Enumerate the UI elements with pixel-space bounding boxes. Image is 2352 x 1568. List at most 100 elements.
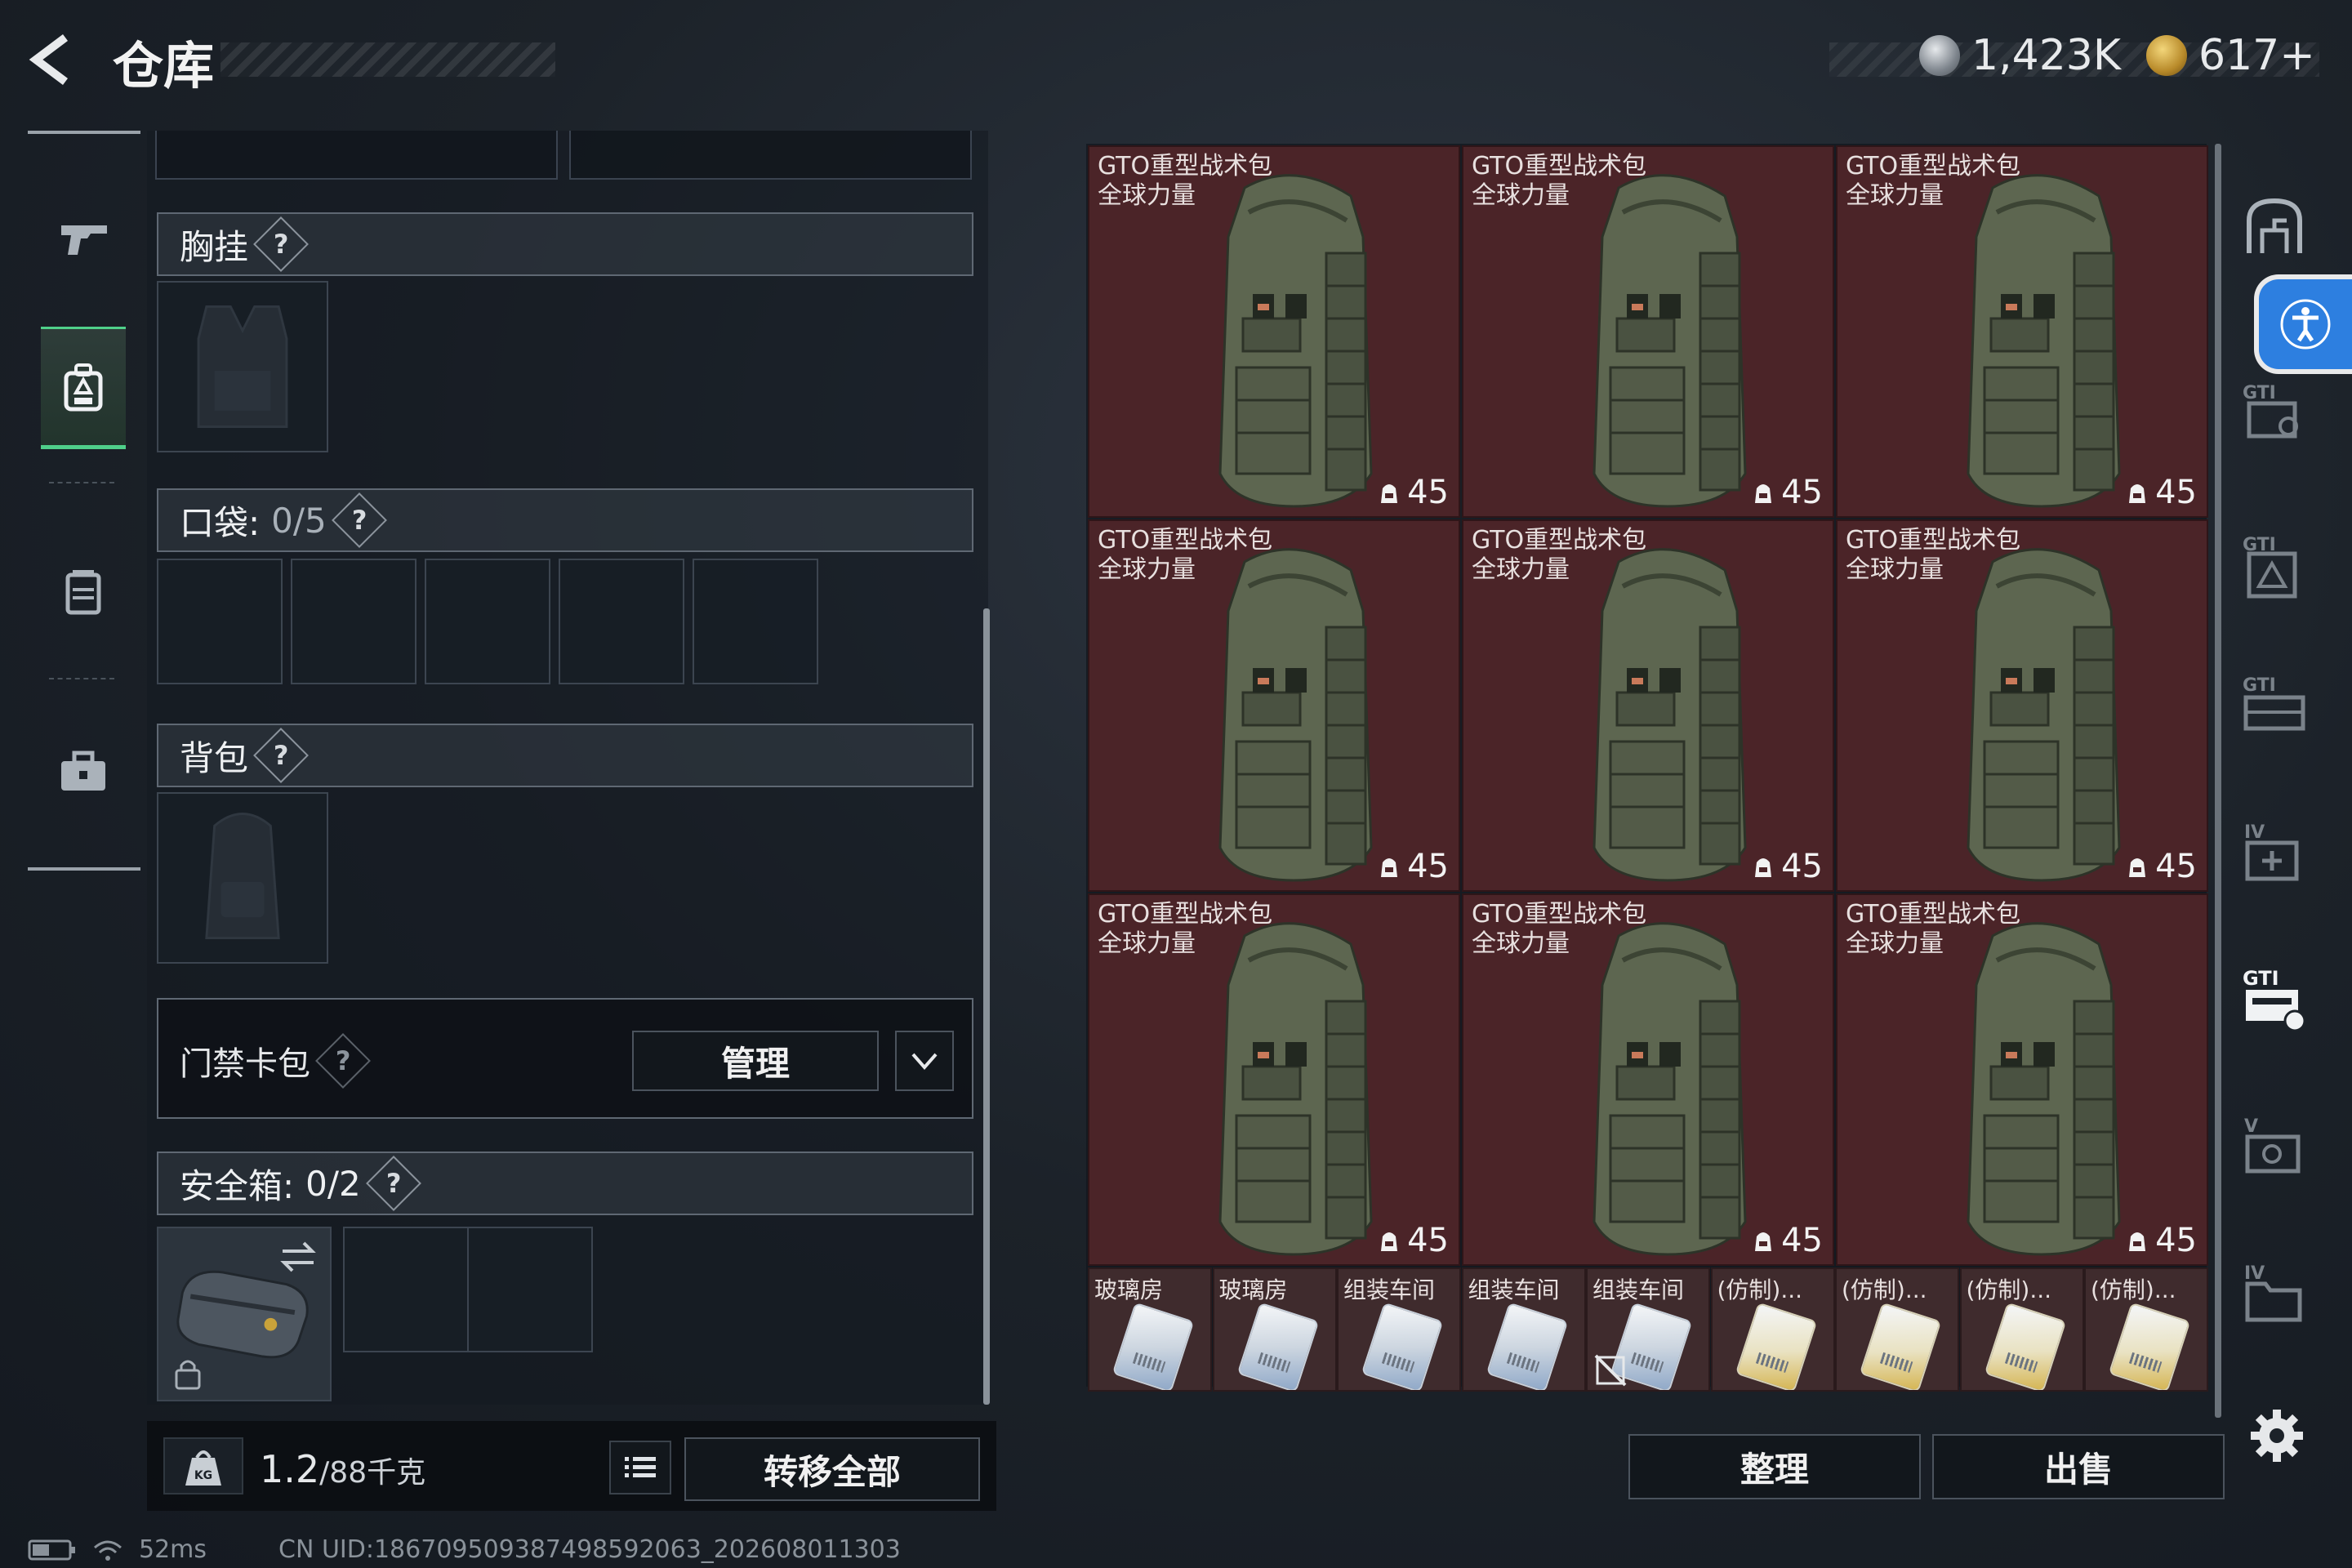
rail-item-storage-3[interactable]: GTI [2230,523,2319,612]
storage-item-large[interactable]: GTO重型战术包 全球力量 45 [1462,893,1834,1266]
pocket-slot[interactable] [425,559,550,684]
tactical-backpack-image [1967,922,2121,1256]
keycard-name: 组装车间 [1468,1276,1560,1303]
pockets-label: 口袋: [180,502,261,543]
rail-item-storage-main[interactable] [2230,180,2319,270]
storage-scrollbar[interactable] [2215,144,2221,1418]
backpack-capacity-icon [1755,1232,1772,1251]
back-button[interactable] [24,31,90,88]
item-capacity-value: 45 [1781,474,1823,511]
chest-rig-slot[interactable] [157,281,328,452]
keycard-name: 组装车间 [1592,1276,1685,1303]
safebox-item[interactable] [157,1227,332,1401]
backpack-header: 背包 ? [157,724,973,787]
gold-currency[interactable]: 617+ [2146,31,2315,80]
weight-max: /88千克 [319,1456,426,1490]
item-name-line2: 全球力量 [1472,929,1570,958]
keycard-dropdown-button[interactable] [895,1031,954,1091]
partial-slot[interactable] [569,131,972,180]
storage-item-keycard[interactable]: (仿制)... [1959,1267,2084,1392]
rail-item-cases[interactable] [41,710,126,833]
weight-kg-icon: KG [185,1450,221,1486]
storage-item-keycard[interactable]: 玻璃房 [1212,1267,1337,1392]
rail-item-storage-5[interactable]: IV [2230,808,2319,898]
help-icon[interactable]: ? [365,1156,421,1211]
storage-item-keycard[interactable]: 玻璃房 [1088,1267,1212,1392]
safebox-slot[interactable] [467,1227,593,1352]
keycard-name: 玻璃房 [1094,1276,1164,1303]
storage-item-large[interactable]: GTO重型战术包 全球力量 45 [1088,519,1460,892]
item-capacity-value: 45 [1407,848,1449,885]
rail-item-storage-2[interactable]: GTI [2230,368,2319,457]
rail-item-storage-8[interactable]: IV [2230,1250,2319,1339]
storage-item-keycard[interactable]: (仿制)... [2084,1267,2208,1392]
storage-item-keycard[interactable]: (仿制)... [1835,1267,1959,1392]
storage-item-keycard[interactable]: 组装车间 [1461,1267,1586,1392]
item-capacity: 45 [2126,1222,2197,1259]
svg-text:GTI: GTI [2243,675,2276,696]
gold-coin-icon [2146,35,2187,76]
pocket-slot[interactable] [693,559,818,684]
backpack-slot[interactable] [157,792,328,964]
rail-item-storage-4[interactable]: GTI [2230,662,2319,751]
item-name-line1: GTO重型战术包 [1098,900,1273,929]
settings-button[interactable] [2247,1406,2306,1465]
svg-text:IV: IV [2244,822,2265,843]
help-icon[interactable]: ? [315,1033,371,1089]
chevron-down-icon [911,1053,938,1071]
backpack-capacity-icon [2129,858,2146,877]
keycard-image [1735,1302,1817,1390]
item-capacity-value: 45 [2155,848,2197,885]
rail-item-weapons[interactable] [42,176,127,299]
v-case-icon: V [2244,1116,2301,1174]
pocket-slot[interactable] [559,559,684,684]
backpack-capacity-icon [2129,484,2146,503]
help-icon[interactable]: ? [253,728,309,783]
item-name-line1: GTO重型战术包 [1472,526,1647,555]
list-view-button[interactable] [609,1441,671,1494]
rail-item-storage-6-active[interactable]: GTI [2230,956,2319,1045]
storage-item-keycard[interactable]: 组装车间 [1337,1267,1461,1392]
gti-triangle-icon: GTI [2243,535,2297,599]
storage-item-large[interactable]: GTO重型战术包 全球力量 45 [1088,145,1460,518]
equipment-scrollbar[interactable] [983,608,990,1405]
pocket-slot[interactable] [291,559,416,684]
keycard-image [2108,1302,2191,1390]
accessibility-icon [2280,299,2331,350]
tactical-backpack-image [1967,548,2121,882]
wifi-icon [94,1540,122,1561]
manage-button[interactable]: 管理 [632,1031,879,1091]
storage-item-large[interactable]: GTO重型战术包 全球力量 45 [1836,145,2208,518]
sell-button[interactable]: 出售 [1932,1434,2225,1499]
storage-item-large[interactable]: GTO重型战术包 全球力量 45 [1836,893,2208,1266]
keycard-name: (仿制)... [2091,1276,2176,1303]
keycard-image [1236,1302,1319,1390]
storage-item-large[interactable]: GTO重型战术包 全球力量 45 [1462,519,1834,892]
rail-item-consumables[interactable] [41,531,126,653]
keycard-image [1361,1302,1444,1390]
rail-item-gear[interactable] [41,327,126,449]
vest-placeholder-icon [197,305,288,429]
storage-item-large[interactable]: GTO重型战术包 全球力量 45 [1836,519,2208,892]
ping-readout: 52ms [139,1535,207,1564]
partial-slot[interactable] [155,131,558,180]
storage-item-large[interactable]: GTO重型战术包 全球力量 45 [1462,145,1834,518]
item-name: GTO重型战术包 全球力量 [1472,152,1646,211]
keycard-header: 门禁卡包 ? [180,1033,371,1089]
transfer-all-button[interactable]: 转移全部 [684,1437,980,1501]
rail-item-storage-7[interactable]: V [2230,1102,2319,1192]
accessibility-button[interactable] [2259,279,2352,369]
back-arrow-icon [29,34,68,85]
storage-item-large[interactable]: GTO重型战术包 全球力量 45 [1088,893,1460,1266]
keycard-label: 门禁卡包 [180,1045,310,1083]
keycard-name: (仿制)... [1717,1276,1803,1303]
help-icon[interactable]: ? [253,216,309,272]
svg-text:V: V [2244,1116,2258,1137]
safebox-slot[interactable] [343,1227,469,1352]
item-capacity-value: 45 [1781,1222,1823,1259]
help-icon[interactable]: ? [331,492,387,548]
storage-item-keycard[interactable]: (仿制)... [1710,1267,1835,1392]
sort-button[interactable]: 整理 [1628,1434,1921,1499]
pocket-slot[interactable] [157,559,283,684]
rail-top-divider [28,131,140,134]
